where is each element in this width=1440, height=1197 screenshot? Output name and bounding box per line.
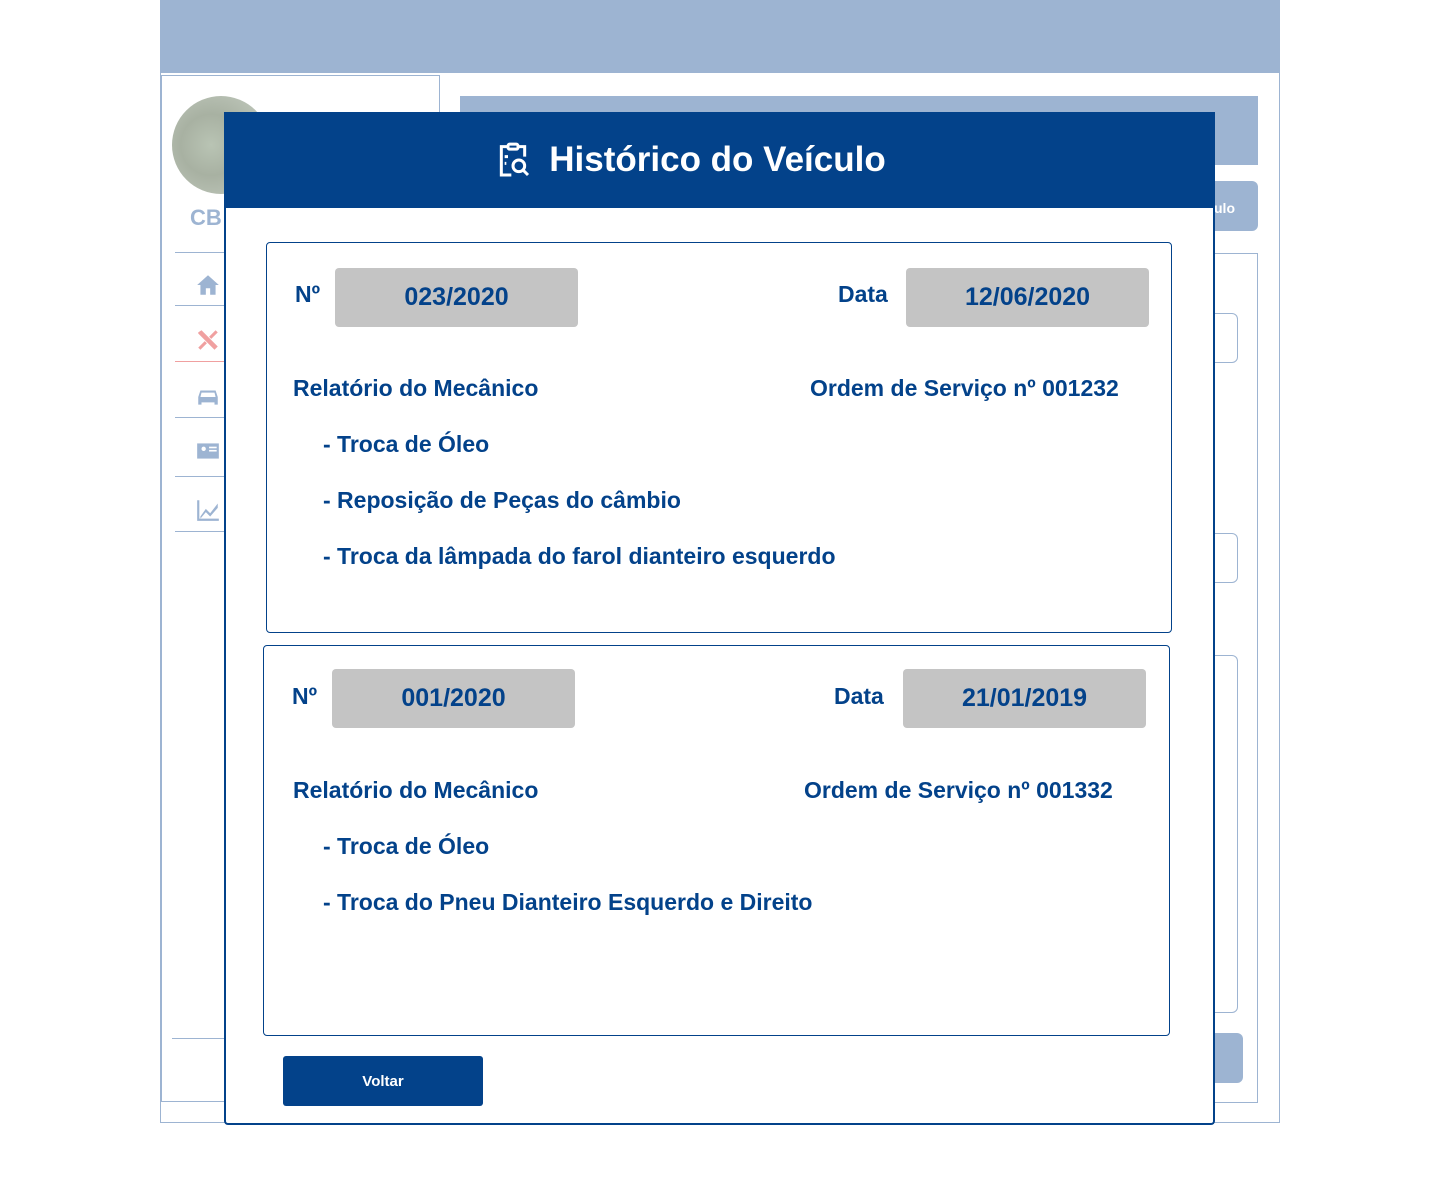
report-label: Relatório do Mecânico — [293, 375, 539, 401]
service-order: Ordem de Serviço nº 001232 — [810, 375, 1119, 401]
service-item: - Troca da lâmpada do farol dianteiro es… — [323, 543, 836, 569]
record-number: 001/2020 — [332, 669, 575, 728]
top-bar — [160, 0, 1280, 73]
tools-icon[interactable] — [195, 327, 221, 353]
service-item: - Troca do Pneu Dianteiro Esquerdo e Dir… — [323, 889, 813, 915]
modal-header: Histórico do Veículo — [224, 112, 1215, 208]
user-initials: CB — [190, 205, 222, 230]
history-record-card: Nº 001/2020 Data 21/01/2019 Relatório do… — [263, 645, 1170, 1036]
history-record-card: Nº 023/2020 Data 12/06/2020 Relatório do… — [266, 242, 1172, 633]
date-label: Data — [838, 281, 888, 307]
back-button[interactable]: Voltar — [283, 1056, 483, 1106]
service-order: Ordem de Serviço nº 001332 — [804, 777, 1113, 803]
modal-title: Histórico do Veículo — [549, 140, 886, 179]
service-item: - Troca de Óleo — [323, 431, 490, 457]
report-label: Relatório do Mecânico — [293, 777, 539, 803]
service-item: - Troca de Óleo — [323, 833, 490, 859]
record-number: 023/2020 — [335, 268, 578, 327]
number-label: Nº — [295, 281, 321, 307]
chart-icon[interactable] — [195, 497, 221, 523]
clipboard-search-icon — [500, 142, 530, 177]
id-card-icon[interactable] — [195, 438, 221, 464]
record-date: 21/01/2019 — [903, 669, 1146, 728]
date-label: Data — [834, 683, 884, 709]
record-date: 12/06/2020 — [906, 268, 1149, 327]
home-icon[interactable] — [195, 272, 221, 298]
service-item: - Reposição de Peças do câmbio — [323, 487, 681, 513]
sidebar-footer-divider — [172, 1038, 232, 1039]
number-label: Nº — [292, 683, 318, 709]
car-icon[interactable] — [195, 384, 221, 410]
